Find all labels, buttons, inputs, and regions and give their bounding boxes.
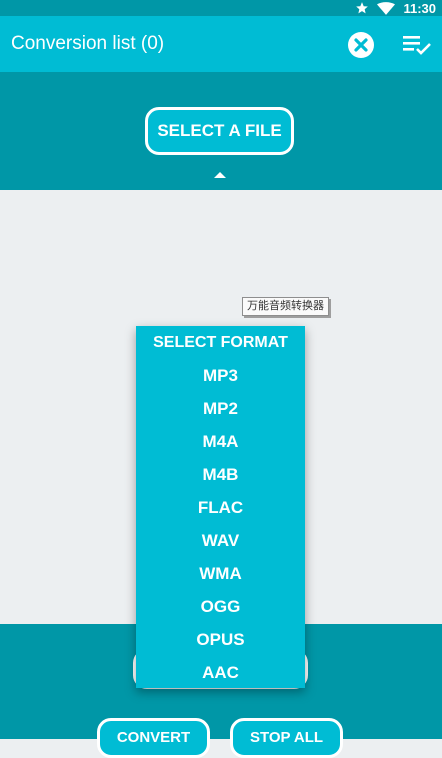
- app-name-tooltip: 万能音频转换器: [242, 297, 329, 316]
- status-time: 11:30: [403, 0, 436, 16]
- format-option-aac[interactable]: AAC: [136, 656, 305, 689]
- select-file-button[interactable]: SELECT A FILE: [145, 107, 294, 155]
- format-menu-title: SELECT FORMAT: [153, 334, 288, 351]
- star-icon: [355, 1, 369, 15]
- queue-check-icon[interactable]: [402, 33, 432, 57]
- status-icons: 11:30: [355, 0, 436, 16]
- app-bar: Conversion list (0): [0, 16, 442, 72]
- clear-list-icon[interactable]: [347, 31, 375, 59]
- convert-button[interactable]: CONVERT: [97, 718, 210, 758]
- format-option-flac[interactable]: FLAC: [136, 491, 305, 524]
- format-option-ogg[interactable]: OGG: [136, 590, 305, 623]
- format-option-m4b[interactable]: M4B: [136, 458, 305, 491]
- format-menu: SELECT FORMAT MP3 MP2 M4A M4B FLAC WAV W…: [136, 326, 305, 688]
- format-option-mp3[interactable]: MP3: [136, 359, 305, 392]
- page-title: Conversion list (0): [11, 33, 165, 54]
- select-file-panel: SELECT A FILE: [0, 72, 442, 190]
- format-option-m4a[interactable]: M4A: [136, 425, 305, 458]
- format-option-opus[interactable]: OPUS: [136, 623, 305, 656]
- wifi-icon: [377, 1, 396, 15]
- format-option-mp2[interactable]: MP2: [136, 392, 305, 425]
- status-bar: 11:30: [0, 0, 442, 16]
- format-option-wma[interactable]: WMA: [136, 557, 305, 590]
- stop-all-button[interactable]: STOP ALL: [230, 718, 343, 758]
- expand-arrow-icon: [214, 172, 226, 178]
- format-option-wav[interactable]: WAV: [136, 524, 305, 557]
